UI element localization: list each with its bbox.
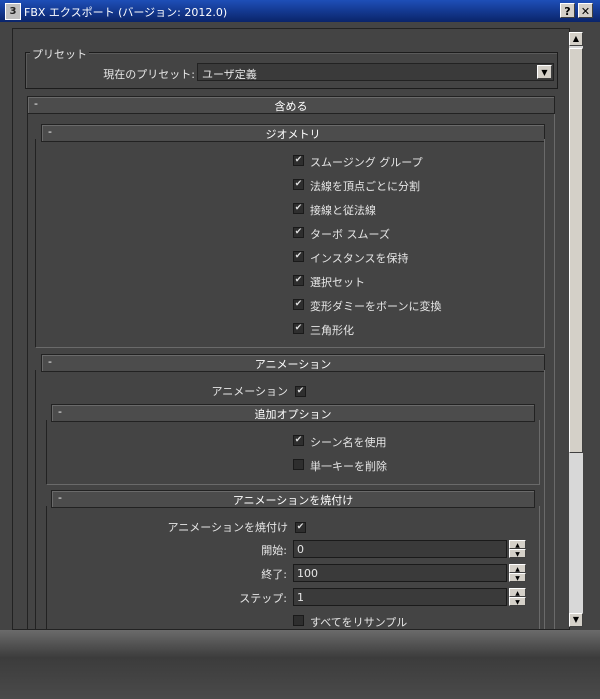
checkbox-box[interactable]: ✔ [293,323,304,334]
spinner-up-icon[interactable]: ▲ [509,564,526,573]
spinner-down-icon[interactable]: ▼ [509,597,526,606]
step-input[interactable]: 1 [293,588,507,606]
current-preset-label: 現在のプリセット: [103,68,195,81]
checkbox-bake-animation[interactable]: ✔ [295,520,307,536]
close-button[interactable]: ✕ [578,3,593,18]
scroll-down-icon[interactable]: ▼ [569,613,583,627]
spinner-up-icon[interactable]: ▲ [509,588,526,597]
scrollbar-thumb[interactable] [569,48,583,453]
checkbox-box[interactable]: ✔ [295,386,306,397]
checkbox-box[interactable]: ✔ [293,203,304,214]
checkbox-box[interactable] [293,459,304,470]
checkbox-box[interactable]: ✔ [295,522,306,533]
checkbox-box[interactable]: ✔ [293,435,304,446]
scroll-up-icon[interactable]: ▲ [569,32,583,46]
spinner-up-icon[interactable]: ▲ [509,540,526,549]
help-button[interactable]: ? [560,3,575,18]
window-title: FBX エクスポート (バージョン: 2012.0) [24,6,228,19]
checkbox-box[interactable]: ✔ [293,227,304,238]
spinner-down-icon[interactable]: ▼ [509,549,526,558]
rollout-include-title: 含める [274,100,308,113]
app-3ds-max-icon: 3 [5,3,21,20]
checkbox-box[interactable]: ✔ [293,299,304,310]
checkbox-box[interactable]: ✔ [293,275,304,286]
checkbox-box[interactable]: ✔ [293,155,304,166]
chevron-down-icon[interactable]: ▼ [537,65,552,79]
preset-group-label: プリセット [30,46,89,62]
checkbox-animation[interactable]: ✔ [295,384,307,400]
checkbox-box[interactable]: ✔ [293,251,304,262]
end-input[interactable]: 100 [293,564,507,582]
rollout-include[interactable]: - 含める [27,96,555,114]
end-label: 終了: [261,568,287,581]
checkbox-box[interactable] [293,615,304,626]
geometry-panel [35,139,545,348]
settings-content: プリセット 現在のプリセット: ユーザ定義 ▼ - 含める - ジオメトリ ✔ … [12,28,570,630]
title-bar[interactable]: 3 FBX エクスポート (バージョン: 2012.0) ? ✕ [0,0,600,22]
vertical-scrollbar[interactable]: ▲ ▼ [569,32,583,627]
step-label: ステップ: [239,592,287,605]
dialog-footer [0,630,600,699]
start-label: 開始: [261,544,287,557]
extra-options-panel [46,420,540,485]
preset-value: ユーザ定義 [202,68,257,81]
start-input[interactable]: 0 [293,540,507,558]
fbx-export-window: 3 FBX エクスポート (バージョン: 2012.0) ? ✕ プリセット 現… [0,0,600,699]
preset-dropdown[interactable]: ユーザ定義 ▼ [197,63,554,81]
animation-checkbox-label: アニメーション [211,385,288,398]
spinner-down-icon[interactable]: ▼ [509,573,526,582]
checkbox-box[interactable]: ✔ [293,179,304,190]
bake-animation-label: アニメーションを焼付け [167,521,288,534]
